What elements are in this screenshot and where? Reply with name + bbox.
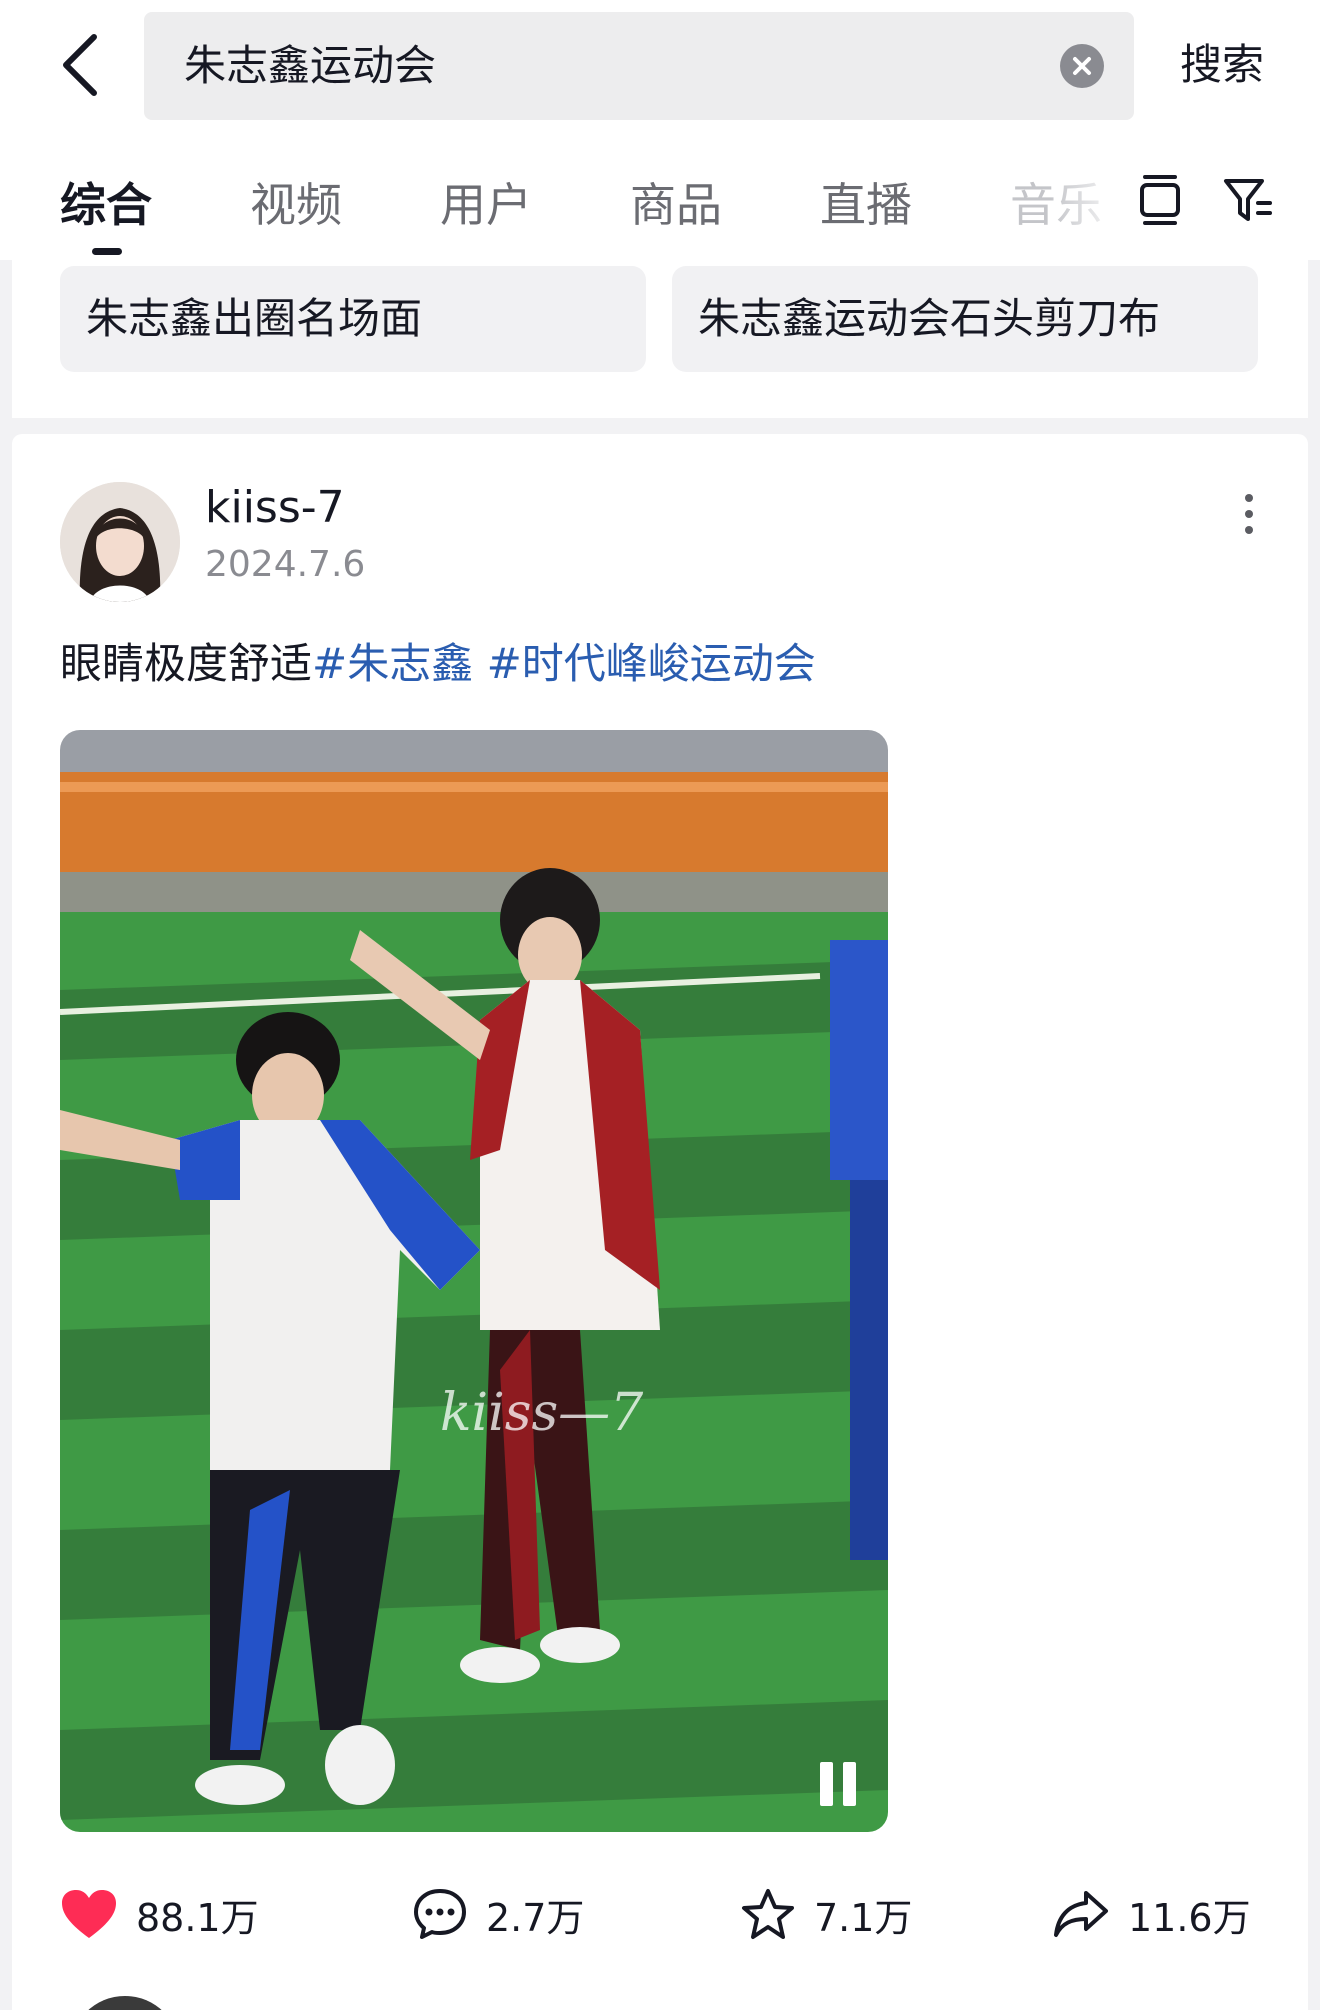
search-input[interactable]: 朱志鑫运动会 [184,12,436,120]
hashtag-link[interactable]: #朱志鑫 [312,639,473,688]
video-player[interactable]: kiiss—7 [60,730,888,1832]
back-button[interactable] [50,30,110,100]
share-icon [1054,1891,1108,1937]
more-icon [1245,494,1253,502]
clear-button[interactable] [1060,44,1104,88]
post-caption: 眼睛极度舒适#朱志鑫 #时代峰峻运动会 [60,630,816,691]
pause-icon [820,1762,833,1806]
comment-button[interactable]: 2.7万 [412,1874,584,1954]
tab-products[interactable]: 商品 [630,170,722,240]
hashtag-link[interactable]: #时代峰峻运动会 [487,639,816,688]
filter-button[interactable] [1218,170,1278,230]
layout-toggle-icon [1140,175,1180,225]
next-post-avatar[interactable] [70,1996,180,2010]
avatar[interactable] [60,482,180,602]
back-icon [63,34,97,96]
search-button[interactable]: 搜索 [1180,30,1264,100]
pause-button[interactable] [820,1762,860,1806]
share-button[interactable]: 11.6万 [1052,1874,1251,1954]
like-button[interactable]: 88.1万 [60,1874,259,1954]
tab-comprehensive[interactable]: 综合 [60,170,152,240]
post-date: 2024.7.6 [205,544,366,585]
heart-icon [62,1890,116,1938]
comment-count: 2.7万 [486,1895,585,1940]
result-tabs: 综合 视频 用户 商品 直播 音乐 [0,160,1320,260]
filter-icon [1224,179,1272,221]
search-box[interactable]: 朱志鑫运动会 [144,12,1134,120]
post-actions: 88.1万 2.7万 7.1万 11.6万 [12,1874,1308,1954]
avatar-image [60,482,180,602]
tab-live[interactable]: 直播 [820,170,912,240]
share-count: 11.6万 [1128,1895,1251,1940]
tab-videos[interactable]: 视频 [250,170,342,240]
related-search-chip[interactable]: 朱志鑫运动会石头剪刀布 [672,266,1258,372]
video-frame: kiiss—7 [60,730,888,1832]
post-username[interactable]: kiiss-7 [205,482,345,533]
comment-icon [414,1889,466,1939]
video-watermark: kiiss—7 [440,1383,644,1443]
like-count: 88.1万 [136,1895,259,1940]
tab-users[interactable]: 用户 [440,170,532,240]
clear-icon [1073,57,1091,75]
video-post-card: kiiss-7 2024.7.6 眼睛极度舒适#朱志鑫 #时代峰峻运动会 kii… [12,434,1308,2010]
active-tab-indicator [92,248,122,255]
tabs-fade-overlay [1050,160,1130,260]
star-icon [742,1889,794,1939]
favorite-count: 7.1万 [814,1895,913,1940]
more-button[interactable] [1234,484,1264,544]
search-header: 朱志鑫运动会 搜索 综合 视频 用户 商品 直播 音乐 [0,0,1320,260]
search-results-page: 朱志鑫运动会 搜索 综合 视频 用户 商品 直播 音乐 [0,0,1320,2010]
caption-text: 眼睛极度舒适 [60,639,313,688]
related-search-chip[interactable]: 朱志鑫出圈名场面 [60,266,646,372]
favorite-button[interactable]: 7.1万 [740,1874,912,1954]
layout-toggle-button[interactable] [1130,170,1190,230]
related-searches: 朱志鑫出圈名场面 朱志鑫运动会石头剪刀布 [12,258,1308,418]
